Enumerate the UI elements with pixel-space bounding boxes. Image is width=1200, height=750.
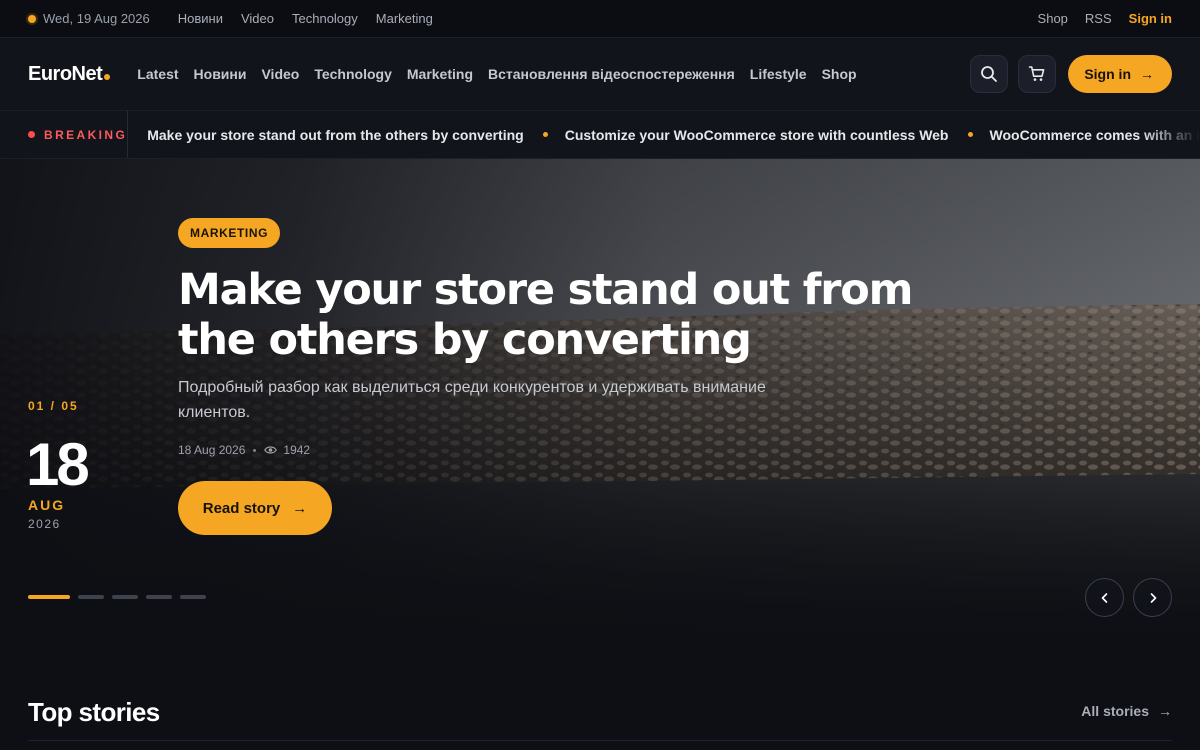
- nav-item-lifestyle[interactable]: Lifestyle: [750, 66, 807, 82]
- all-stories-label: All stories: [1081, 703, 1149, 719]
- hero-views: 1942: [283, 443, 311, 457]
- slide-indicator-2[interactable]: [78, 595, 104, 599]
- eye-icon: [264, 445, 278, 455]
- slide-indicators: [28, 595, 214, 599]
- search-button[interactable]: [970, 55, 1009, 93]
- hero-subtitle: Подробный разбор как выделиться среди ко…: [178, 379, 766, 421]
- topbar-link-rss[interactable]: RSS: [1085, 11, 1112, 26]
- slide-indicator-4[interactable]: [146, 595, 172, 599]
- site-logo-text: EuroNet: [28, 62, 103, 85]
- breaking-label: BREAKING: [28, 111, 129, 158]
- arrow-right-icon: →: [1140, 66, 1154, 82]
- ticker-separator-dot: [967, 132, 973, 137]
- topbar-right: Shop RSS Sign in: [1021, 11, 1172, 26]
- arrow-right-icon: →: [1158, 703, 1172, 719]
- arrow-right-icon: →: [292, 499, 308, 517]
- nav-item-marketing[interactable]: Marketing: [407, 66, 473, 82]
- hero-slider: MARKETING Make your store stand out from…: [0, 159, 1200, 640]
- site-logo[interactable]: EuroNet: [28, 62, 111, 86]
- current-date: Wed, 19 Aug 2026: [28, 11, 150, 26]
- hero-date: 18 Aug 2026: [178, 443, 246, 457]
- slide-counter: 01 / 05: [28, 399, 79, 413]
- top-stories-title: Top stories: [28, 697, 160, 727]
- nav-item-shop[interactable]: Shop: [822, 66, 857, 82]
- ticker-item[interactable]: Customize your WooCommerce store with co…: [565, 127, 949, 143]
- section-divider: [28, 740, 1172, 741]
- next-slide-button[interactable]: [1133, 578, 1172, 617]
- ticker-item[interactable]: Make your store stand out from the other…: [147, 127, 524, 143]
- slide-indicator-3[interactable]: [112, 595, 138, 599]
- ticker-separator-dot: [542, 132, 548, 137]
- read-story-label: Read story: [202, 499, 281, 517]
- category-tag[interactable]: MARKETING: [178, 218, 281, 248]
- topbar-link-technology[interactable]: Technology: [292, 11, 358, 26]
- topbar-sign-in-link[interactable]: Sign in: [1129, 11, 1172, 26]
- search-icon: [981, 66, 998, 82]
- slide-indicator-5[interactable]: [180, 595, 206, 599]
- read-story-button[interactable]: Read story →: [178, 481, 332, 535]
- main-header: EuroNet Latest Новини Video Technology M…: [0, 38, 1200, 111]
- main-nav: Latest Новини Video Technology Marketing…: [137, 66, 871, 82]
- sign-in-button[interactable]: Sign in →: [1068, 55, 1172, 93]
- sign-in-button-label: Sign in: [1084, 66, 1131, 82]
- previous-slide-button[interactable]: [1085, 578, 1124, 617]
- breaking-ticker: BREAKING Make your store stand out from …: [0, 111, 1200, 159]
- all-stories-link[interactable]: All stories →: [1081, 703, 1172, 719]
- cart-icon: [1029, 66, 1045, 81]
- current-date-text: Wed, 19 Aug 2026: [43, 11, 150, 26]
- nav-item-video[interactable]: Video: [261, 66, 299, 82]
- date-month: AUG: [28, 497, 66, 513]
- topbar-links: Новини Video Technology Marketing: [178, 11, 451, 26]
- topbar-link-novyny[interactable]: Новини: [178, 11, 223, 26]
- topbar-link-shop[interactable]: Shop: [1038, 11, 1068, 26]
- meta-separator-dot: [253, 448, 257, 452]
- topbar-link-marketing[interactable]: Marketing: [376, 11, 433, 26]
- nav-item-latest[interactable]: Latest: [137, 66, 178, 82]
- slide-indicator-1[interactable]: [28, 595, 70, 599]
- hero-headline[interactable]: Make your store stand out from the other…: [178, 265, 918, 365]
- top-utility-bar: Wed, 19 Aug 2026 Новини Video Technology…: [0, 0, 1200, 38]
- date-day: 18: [26, 431, 90, 498]
- nav-item-video-surveillance[interactable]: Встановлення відеоспостереження: [488, 66, 735, 82]
- nav-item-novyny[interactable]: Новини: [194, 66, 247, 82]
- slider-arrows: [1076, 578, 1172, 617]
- breaking-label-text: BREAKING: [44, 127, 128, 142]
- topbar-link-video[interactable]: Video: [241, 11, 274, 26]
- nav-item-technology[interactable]: Technology: [314, 66, 392, 82]
- ticker-items: Make your store stand out from the other…: [147, 127, 1200, 143]
- hero-meta: 18 Aug 2026 1942: [178, 443, 310, 457]
- breaking-dot-icon: [28, 131, 35, 138]
- logo-dot-icon: [104, 73, 111, 80]
- chevron-left-icon: [1101, 592, 1107, 603]
- date-year: 2026: [28, 517, 61, 531]
- ticker-fade: [1140, 111, 1200, 158]
- cart-button[interactable]: [1018, 55, 1057, 93]
- live-dot-icon: [28, 14, 36, 23]
- header-actions: Sign in →: [970, 55, 1172, 93]
- chevron-right-icon: [1150, 592, 1156, 603]
